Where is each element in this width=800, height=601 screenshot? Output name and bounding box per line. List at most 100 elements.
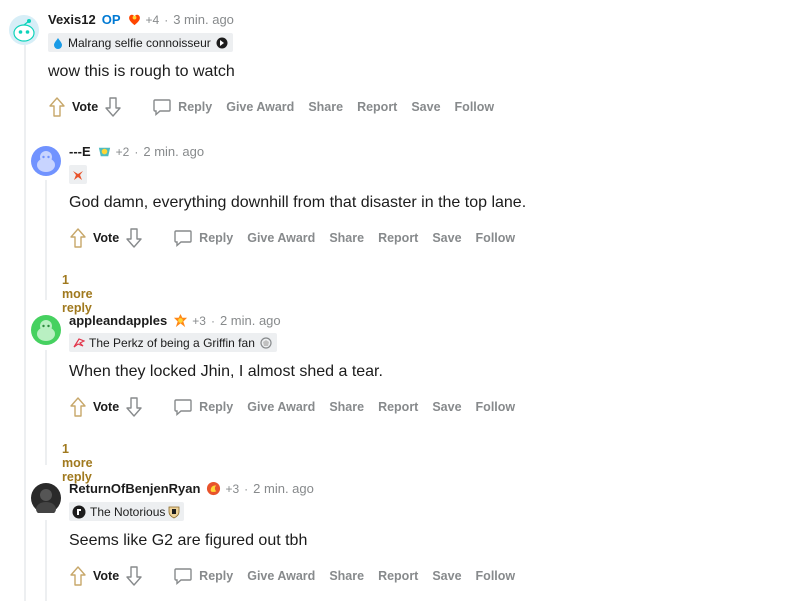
report-label: Report [378, 231, 419, 245]
team-logo-icon [216, 37, 228, 48]
comment-bubble-icon [174, 399, 192, 417]
team-logo-icon [260, 336, 272, 349]
thread-line-reply-2[interactable] [45, 350, 47, 465]
report-button[interactable]: Report [357, 100, 397, 114]
snoo-avatar-icon [31, 146, 61, 176]
upvote-icon[interactable] [48, 96, 66, 118]
snoo-avatar-icon [31, 315, 61, 345]
thread-line-reply-3[interactable] [45, 520, 47, 601]
save-button[interactable]: Save [432, 231, 461, 245]
comment-author[interactable]: ReturnOfBenjenRyan [69, 481, 200, 496]
save-button[interactable]: Save [432, 569, 461, 583]
comment-actions: Vote Reply Give Award Share Report Save … [69, 227, 515, 249]
vote-count: Vote [93, 569, 120, 583]
share-label: Share [329, 231, 365, 245]
reply-label: Reply [199, 231, 234, 245]
comment-timestamp[interactable]: 3 min. ago [173, 12, 234, 27]
vote-count: Vote [72, 100, 99, 114]
give-award-button[interactable]: Give Award [247, 400, 315, 414]
more-replies-link[interactable]: 1 more reply [62, 273, 93, 315]
reply-label: Reply [199, 400, 234, 414]
user-photo-avatar-icon [31, 483, 61, 516]
comment-actions: Vote Reply Give Award Share Report Save … [48, 96, 494, 118]
follow-button[interactable]: Follow [476, 400, 516, 414]
award-icon[interactable] [97, 144, 112, 159]
user-flair: Malrang selfie connoisseur [48, 33, 233, 52]
follow-label: Follow [475, 569, 516, 583]
downvote-icon[interactable] [104, 96, 122, 118]
share-label: Share [308, 100, 344, 114]
downvote-icon[interactable] [125, 565, 143, 587]
share-label: Share [329, 400, 365, 414]
award-count: +2 [115, 144, 130, 159]
comment-timestamp[interactable]: 2 min. ago [143, 144, 204, 159]
comment-body: Seems like G2 are figured out tbh [69, 532, 308, 549]
report-label: Report [357, 100, 398, 114]
separator-dot: · [134, 144, 139, 159]
thread-line-root[interactable] [24, 45, 26, 601]
comment-bubble-icon [174, 230, 192, 248]
user-flair [69, 165, 87, 184]
reply-button[interactable]: Reply [173, 228, 233, 248]
save-button[interactable]: Save [432, 400, 461, 414]
share-button[interactable]: Share [329, 231, 364, 245]
report-button[interactable]: Report [378, 231, 418, 245]
thread-line-reply-1[interactable] [45, 180, 47, 300]
vote-group: Vote [69, 565, 143, 587]
avatar[interactable] [9, 15, 39, 45]
comment-author[interactable]: appleandapples [69, 313, 167, 328]
downvote-icon[interactable] [125, 227, 143, 249]
reply-label: Reply [178, 100, 213, 114]
avatar[interactable] [31, 146, 61, 176]
follow-button[interactable]: Follow [476, 569, 516, 583]
upvote-icon[interactable] [69, 227, 87, 249]
comment-timestamp[interactable]: 2 min. ago [220, 313, 281, 328]
downvote-icon[interactable] [125, 396, 143, 418]
reply-label: Reply [199, 569, 234, 583]
give-award-label: Give Award [247, 400, 316, 414]
follow-button[interactable]: Follow [476, 231, 516, 245]
give-award-label: Give Award [226, 100, 295, 114]
snoo-avatar-icon [9, 15, 39, 45]
award-icon[interactable] [206, 481, 221, 496]
water-drop-icon [54, 37, 62, 49]
reply-button[interactable]: Reply [173, 397, 233, 417]
follow-button[interactable]: Follow [455, 100, 495, 114]
share-button[interactable]: Share [329, 400, 364, 414]
share-label: Share [329, 569, 365, 583]
upvote-icon[interactable] [69, 396, 87, 418]
award-count: +4 [145, 12, 160, 27]
save-label: Save [432, 231, 462, 245]
comment-author[interactable]: Vexis12 [48, 12, 96, 27]
share-button[interactable]: Share [308, 100, 343, 114]
upvote-icon[interactable] [69, 565, 87, 587]
award-count: +3 [225, 481, 240, 496]
more-replies-link[interactable]: 1 more reply [62, 442, 93, 484]
comment-author[interactable]: ---E [69, 144, 91, 159]
comment-bubble-icon [174, 568, 192, 586]
report-button[interactable]: Report [378, 569, 418, 583]
save-button[interactable]: Save [411, 100, 440, 114]
comment-actions: Vote Reply Give Award Share Report Save … [69, 396, 515, 418]
comment-actions: Vote Reply Give Award Share Report Save … [69, 565, 515, 587]
follow-label: Follow [475, 231, 516, 245]
share-button[interactable]: Share [329, 569, 364, 583]
comment-body: God damn, everything downhill from that … [69, 194, 527, 211]
flair-text: The Notorious [90, 504, 166, 519]
give-award-button[interactable]: Give Award [247, 569, 315, 583]
vote-group: Vote [69, 227, 143, 249]
award-icon[interactable] [173, 313, 188, 328]
vote-group: Vote [48, 96, 122, 118]
avatar[interactable] [31, 315, 61, 345]
user-flair: The Notorious [69, 502, 185, 521]
report-button[interactable]: Report [378, 400, 418, 414]
award-icon[interactable] [127, 12, 142, 27]
comment-timestamp[interactable]: 2 min. ago [253, 481, 314, 496]
give-award-button[interactable]: Give Award [226, 100, 294, 114]
reply-button[interactable]: Reply [173, 566, 233, 586]
reply-button[interactable]: Reply [152, 97, 212, 117]
vote-count: Vote [93, 400, 120, 414]
avatar[interactable] [31, 483, 61, 516]
vote-group: Vote [69, 396, 143, 418]
give-award-button[interactable]: Give Award [247, 231, 315, 245]
